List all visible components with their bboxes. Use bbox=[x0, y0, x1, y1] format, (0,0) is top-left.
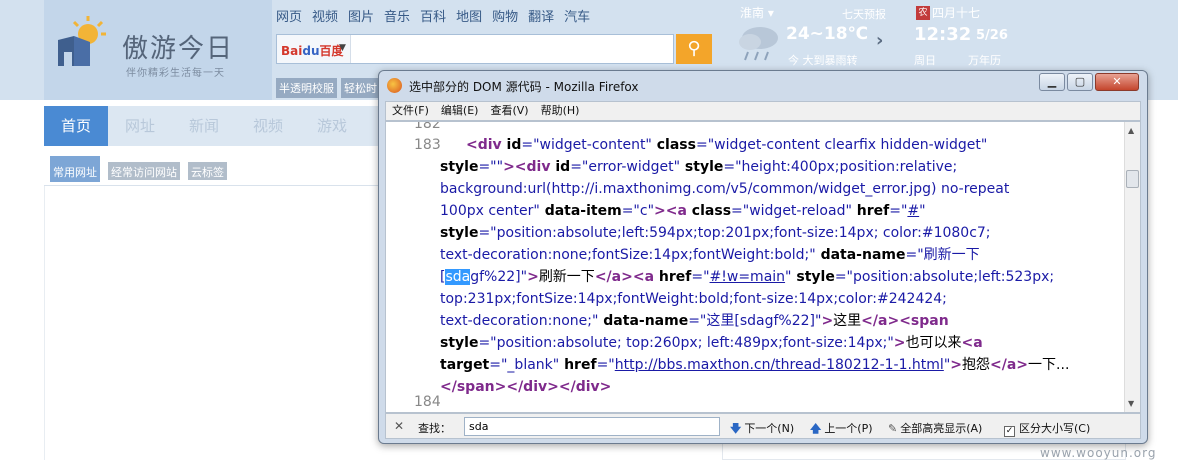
search-icon: ⚲ bbox=[687, 38, 701, 59]
chevron-down-icon: ▼ bbox=[339, 43, 346, 53]
window-titlebar[interactable]: 选中部分的 DOM 源代码 - Mozilla Firefox ▁ ▢ ✕ bbox=[379, 71, 1147, 99]
tab-video[interactable]: 视频 bbox=[236, 106, 300, 146]
quick-link[interactable]: 轻松时 bbox=[341, 78, 380, 98]
lunar-badge: 农 bbox=[916, 6, 930, 20]
tab-home[interactable]: 首页 bbox=[44, 106, 108, 146]
nav-link-web[interactable]: 网页 bbox=[276, 6, 302, 25]
nav-link-map[interactable]: 地图 bbox=[456, 6, 482, 25]
logo-slogan: 伴你精彩生活每一天 bbox=[126, 68, 225, 79]
weekday: 周日 bbox=[914, 54, 936, 67]
source-link[interactable]: http://bbs.maxthon.cn/thread-180212-1-1.… bbox=[615, 357, 944, 373]
tab-frequent-sites[interactable]: 经常访问网站 bbox=[108, 162, 180, 180]
logo-text: 傲游今日 bbox=[122, 34, 235, 64]
close-findbar-button[interactable]: ✕ bbox=[394, 419, 404, 433]
logo-area[interactable]: 傲游今日 伴你精彩生活每一天 bbox=[44, 0, 272, 100]
tab-common-sites[interactable]: 常用网址 bbox=[50, 156, 100, 182]
menu-bar: 文件(F) 编辑(E) 查看(V) 帮助(H) bbox=[385, 101, 1141, 121]
menu-file[interactable]: 文件(F) bbox=[392, 102, 429, 120]
source-line: background:url(http://i.maxthonimg.com/v… bbox=[440, 181, 1010, 197]
source-line: text-decoration:none;fontSize:14px;fontW… bbox=[440, 247, 980, 263]
window-title: 选中部分的 DOM 源代码 - Mozilla Firefox bbox=[409, 80, 639, 94]
search-button[interactable]: ⚲ bbox=[676, 34, 712, 64]
source-line: <div id="widget-content" class="widget-c… bbox=[466, 137, 988, 153]
menu-edit[interactable]: 编辑(E) bbox=[441, 102, 479, 120]
search-input[interactable] bbox=[353, 37, 671, 61]
source-line: target="_blank" href="http://bbs.maxthon… bbox=[440, 357, 1070, 373]
tab-news[interactable]: 新闻 bbox=[172, 106, 236, 146]
nav-link-car[interactable]: 汽车 bbox=[564, 6, 590, 25]
find-match-highlight: sda bbox=[445, 269, 471, 285]
source-line: style="position:absolute;left:594px;top:… bbox=[440, 225, 991, 241]
tab-games[interactable]: 游戏 bbox=[300, 106, 364, 146]
find-previous-button[interactable]: 🡅 上一个(P) bbox=[810, 420, 873, 439]
weather-widget[interactable]: 淮南 ▾ 七天预报 24~18℃ 今 大到暴雨转 › bbox=[736, 0, 908, 70]
arrow-down-icon: 🡇 bbox=[730, 422, 742, 435]
lunar-date: 四月十七 bbox=[932, 6, 981, 20]
find-input[interactable] bbox=[464, 417, 720, 436]
firefox-icon bbox=[387, 78, 402, 93]
search-engine-selector[interactable]: Baidu百度 ▼ bbox=[277, 35, 351, 63]
search-box: Baidu百度 ▼ bbox=[276, 34, 674, 64]
content-panel bbox=[44, 186, 382, 460]
sub-tabs: 常用网址 经常访问网站 云标签 bbox=[44, 156, 420, 186]
watermark: www.wooyun.org bbox=[1040, 446, 1157, 460]
quick-links: 半透明校服 轻松时 bbox=[276, 78, 380, 98]
tab-sites[interactable]: 网址 bbox=[108, 106, 172, 146]
calendar-date: 5/26 bbox=[976, 28, 1008, 43]
source-line: [sdagf%22]">刷新一下</a><a href="#!w=main" s… bbox=[440, 269, 1055, 285]
find-bar: ✕ 查找： 🡇下一个(N) 🡅上一个(P) ✎全部高亮显示(A) ✓区分大小写(… bbox=[385, 413, 1141, 439]
scroll-down-icon[interactable]: ▼ bbox=[1128, 399, 1134, 408]
source-link[interactable]: # bbox=[907, 203, 919, 219]
rain-cloud-icon bbox=[739, 27, 778, 61]
main-tabs: 首页 网址 新闻 视频 游戏 bbox=[44, 106, 420, 146]
maximize-button[interactable]: ▢ bbox=[1067, 73, 1093, 91]
nav-link-image[interactable]: 图片 bbox=[348, 6, 374, 25]
calendar-widget[interactable]: 农 四月十七 12:32 5/26 周日 万年历 bbox=[912, 0, 1012, 70]
line-number: 183 bbox=[414, 137, 441, 153]
logo-icon bbox=[58, 16, 106, 66]
source-line: style=""><div id="error-widget" style="h… bbox=[440, 159, 958, 175]
clock-time: 12:32 bbox=[914, 24, 972, 45]
source-line: </span></div></div> bbox=[440, 379, 612, 395]
checkbox[interactable]: ✓ bbox=[1004, 426, 1015, 437]
scrollbar-thumb[interactable] bbox=[1126, 170, 1139, 188]
seven-day-forecast-link[interactable]: 七天预报 bbox=[842, 6, 886, 22]
source-line: text-decoration:none;" data-name="这里[sda… bbox=[440, 313, 949, 329]
close-button[interactable]: ✕ bbox=[1095, 73, 1139, 91]
weather-temperature: 24~18℃ bbox=[786, 24, 869, 44]
highlighter-icon: ✎ bbox=[888, 422, 898, 435]
source-code: <div id="widget-content" class="widget-c… bbox=[440, 134, 1122, 398]
firefox-window: 选中部分的 DOM 源代码 - Mozilla Firefox ▁ ▢ ✕ 文件… bbox=[378, 70, 1148, 444]
line-number: 184 bbox=[414, 394, 441, 410]
source-line: 100px center" data-item="c"><a class="wi… bbox=[440, 203, 926, 219]
menu-view[interactable]: 查看(V) bbox=[490, 102, 528, 120]
match-case-checkbox[interactable]: ✓ 区分大小写(C) bbox=[1004, 420, 1090, 437]
source-line: top:231px;fontSize:14px;fontWeight:bold;… bbox=[440, 291, 947, 307]
quick-link[interactable]: 半透明校服 bbox=[276, 78, 337, 98]
arrow-up-icon: 🡅 bbox=[810, 422, 822, 435]
nav-link-wiki[interactable]: 百科 bbox=[420, 6, 446, 25]
minimize-button[interactable]: ▁ bbox=[1039, 73, 1065, 91]
find-next-button[interactable]: 🡇 下一个(N) bbox=[730, 420, 794, 439]
nav-link-translate[interactable]: 翻译 bbox=[528, 6, 554, 25]
weather-city-selector[interactable]: 淮南 ▾ bbox=[740, 4, 774, 21]
scroll-up-icon[interactable]: ▲ bbox=[1128, 126, 1134, 135]
source-line: style="position:absolute; top:260px; lef… bbox=[440, 335, 983, 351]
source-link[interactable]: #!w=main bbox=[710, 269, 786, 285]
tab-cloud-tags[interactable]: 云标签 bbox=[188, 162, 227, 180]
source-view[interactable]: 182 183 184 <div id="widget-content" cla… bbox=[385, 121, 1141, 413]
nav-link-music[interactable]: 音乐 bbox=[384, 6, 410, 25]
vertical-scrollbar[interactable]: ▲ ▼ bbox=[1124, 122, 1140, 412]
nav-link-shopping[interactable]: 购物 bbox=[492, 6, 518, 25]
baidu-logo: Baidu百度 bbox=[281, 44, 344, 58]
nav-link-video[interactable]: 视频 bbox=[312, 6, 338, 25]
search-category-nav: 网页 视频 图片 音乐 百科 地图 购物 翻译 汽车 bbox=[276, 6, 590, 25]
find-label: 查找： bbox=[418, 422, 451, 435]
almanac-link[interactable]: 万年历 bbox=[968, 52, 1001, 68]
chevron-right-icon[interactable]: › bbox=[876, 30, 883, 51]
line-number: 182 bbox=[414, 121, 441, 132]
menu-help[interactable]: 帮助(H) bbox=[541, 102, 580, 120]
highlight-all-button[interactable]: ✎ 全部高亮显示(A) bbox=[888, 420, 982, 436]
weather-description: 今 大到暴雨转 bbox=[788, 54, 858, 67]
